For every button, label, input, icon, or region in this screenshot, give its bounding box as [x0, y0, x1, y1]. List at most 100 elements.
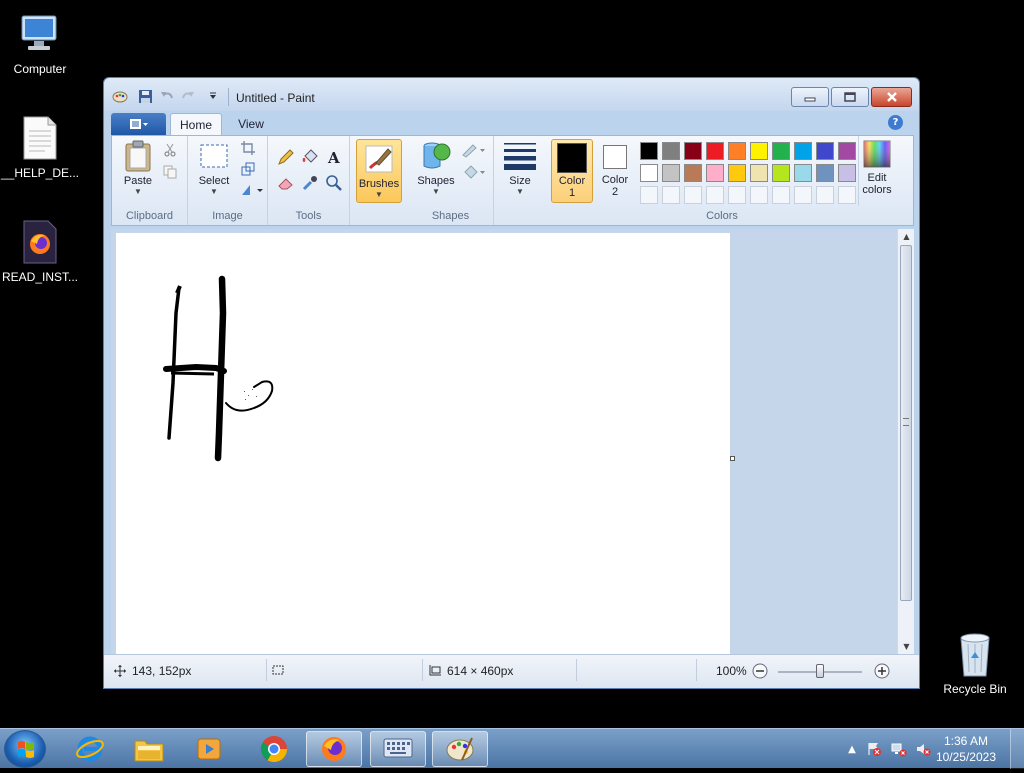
- zoom-out-button[interactable]: [752, 663, 768, 679]
- save-icon[interactable]: [138, 88, 153, 104]
- eraser-icon[interactable]: [276, 173, 296, 193]
- desktop-icon-computer[interactable]: Computer: [0, 10, 80, 76]
- palette-swatch[interactable]: [816, 164, 834, 182]
- desktop-icon-read-instructions[interactable]: READ_INST...: [0, 218, 80, 284]
- custom-color-slot[interactable]: [640, 186, 658, 204]
- pencil-icon[interactable]: [276, 147, 296, 167]
- select-button[interactable]: Select ▼: [194, 140, 234, 196]
- start-button[interactable]: [4, 730, 46, 768]
- taskbar-chrome[interactable]: [246, 731, 302, 767]
- palette-swatch[interactable]: [794, 142, 812, 160]
- volume-muted-icon[interactable]: [915, 741, 931, 757]
- system-clock[interactable]: 1:36 AM 10/25/2023: [936, 733, 996, 765]
- canvas-area[interactable]: [111, 229, 897, 654]
- color1-button[interactable]: Color 1: [551, 139, 593, 203]
- size-button[interactable]: Size ▼: [500, 140, 540, 196]
- custom-color-slot[interactable]: [772, 186, 790, 204]
- palette-swatch[interactable]: [662, 164, 680, 182]
- drawing-canvas[interactable]: [116, 233, 730, 654]
- zoom-slider-thumb[interactable]: [816, 664, 824, 678]
- rotate-icon[interactable]: [238, 180, 266, 200]
- outline-icon[interactable]: [460, 140, 488, 160]
- palette-swatch[interactable]: [640, 142, 658, 160]
- palette-swatch[interactable]: [640, 164, 658, 182]
- move-cursor-icon: [114, 665, 126, 677]
- tab-home[interactable]: Home: [170, 113, 222, 135]
- maximize-button[interactable]: [831, 87, 869, 107]
- scroll-up-icon[interactable]: ▲: [898, 229, 915, 244]
- title-bar[interactable]: Untitled - Paint: [104, 78, 919, 111]
- color1-swatch: [557, 143, 587, 173]
- scroll-down-icon[interactable]: ▼: [898, 639, 915, 654]
- show-hidden-icons-icon[interactable]: ▲: [844, 741, 860, 757]
- show-desktop-button[interactable]: [1010, 729, 1024, 769]
- zoom-in-button[interactable]: [874, 663, 890, 679]
- fill-bucket-icon[interactable]: [300, 147, 320, 167]
- network-icon[interactable]: [891, 741, 907, 757]
- shapes-button[interactable]: Shapes ▼: [414, 140, 458, 196]
- desktop-icon-help-file[interactable]: __HELP_DE...: [0, 114, 80, 180]
- custom-color-slot[interactable]: [728, 186, 746, 204]
- palette-swatch[interactable]: [750, 164, 768, 182]
- palette-swatch[interactable]: [750, 142, 768, 160]
- recycle-bin-icon: [951, 630, 999, 678]
- palette-swatch[interactable]: [728, 164, 746, 182]
- brushes-button[interactable]: Brushes ▼: [356, 139, 402, 203]
- custom-color-slot[interactable]: [662, 186, 680, 204]
- minimize-button[interactable]: [791, 87, 829, 107]
- redo-icon[interactable]: [180, 88, 195, 104]
- file-menu-button[interactable]: [111, 113, 166, 135]
- crop-icon[interactable]: [238, 138, 258, 158]
- palette-swatch[interactable]: [838, 164, 856, 182]
- palette-swatch[interactable]: [684, 142, 702, 160]
- custom-color-slot[interactable]: [750, 186, 768, 204]
- color2-button[interactable]: Color 2: [596, 139, 634, 198]
- palette-swatch[interactable]: [706, 164, 724, 182]
- taskbar: ▲ 1:36 AM 10/25/2023: [0, 728, 1024, 769]
- canvas-resize-handle[interactable]: [730, 456, 735, 461]
- folder-icon: [134, 740, 164, 762]
- taskbar-media-player[interactable]: [181, 731, 237, 767]
- help-icon[interactable]: ?: [888, 115, 903, 130]
- tab-view[interactable]: View: [231, 113, 271, 135]
- text-icon[interactable]: A: [324, 147, 344, 167]
- magnifier-icon[interactable]: [324, 173, 344, 193]
- custom-color-slot[interactable]: [794, 186, 812, 204]
- cut-icon[interactable]: [160, 140, 180, 160]
- taskbar-on-screen-keyboard[interactable]: [370, 731, 426, 767]
- resize-icon[interactable]: [238, 159, 258, 179]
- close-button[interactable]: [871, 87, 912, 107]
- palette-swatch[interactable]: [706, 142, 724, 160]
- taskbar-file-explorer[interactable]: [121, 731, 177, 767]
- vertical-scrollbar[interactable]: ▲ ▼: [897, 229, 914, 654]
- taskbar-firefox[interactable]: [306, 731, 362, 767]
- paint-app-icon[interactable]: [112, 88, 128, 104]
- paste-button[interactable]: Paste ▼: [118, 140, 158, 196]
- firefox-document-icon: [16, 218, 64, 266]
- color-picker-icon[interactable]: [300, 173, 320, 193]
- palette-swatch[interactable]: [684, 164, 702, 182]
- copy-icon[interactable]: [160, 162, 180, 182]
- palette-swatch[interactable]: [662, 142, 680, 160]
- taskbar-internet-explorer[interactable]: [62, 731, 118, 767]
- zoom-slider[interactable]: [778, 664, 862, 678]
- scrollbar-thumb[interactable]: [900, 245, 912, 601]
- custom-color-slot[interactable]: [838, 186, 856, 204]
- action-center-icon[interactable]: [866, 741, 882, 757]
- palette-swatch[interactable]: [816, 142, 834, 160]
- custom-color-slot[interactable]: [816, 186, 834, 204]
- palette-swatch[interactable]: [838, 142, 856, 160]
- palette-swatch[interactable]: [772, 142, 790, 160]
- edit-colors-button[interactable]: Edit colors: [858, 139, 896, 196]
- taskbar-paint[interactable]: [432, 731, 488, 767]
- desktop-icon-recycle-bin[interactable]: Recycle Bin: [935, 630, 1015, 696]
- palette-swatch[interactable]: [794, 164, 812, 182]
- custom-color-slot[interactable]: [706, 186, 724, 204]
- palette-swatch[interactable]: [772, 164, 790, 182]
- custom-color-slot[interactable]: [684, 186, 702, 204]
- palette-swatch[interactable]: [728, 142, 746, 160]
- fill-icon[interactable]: [460, 162, 488, 182]
- customize-qat-icon[interactable]: [208, 88, 218, 104]
- color2-swatch: [603, 145, 627, 169]
- undo-icon[interactable]: [160, 88, 175, 104]
